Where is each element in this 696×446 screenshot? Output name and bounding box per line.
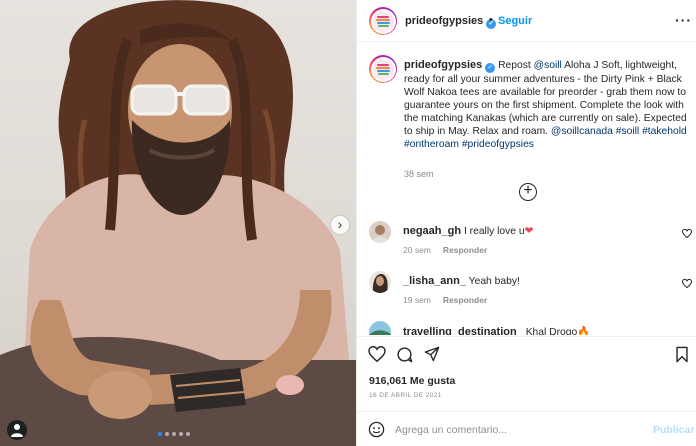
username-link[interactable]: prideofgypsies ✓	[405, 15, 497, 29]
comment-time[interactable]: 19 sem	[403, 295, 431, 305]
username[interactable]: prideofgypsies	[405, 15, 483, 27]
avatar[interactable]	[369, 7, 397, 35]
publish-button[interactable]: Publicar	[653, 424, 694, 436]
post-header: prideofgypsies ✓ • Seguir ···	[357, 0, 696, 42]
chevron-right-icon: ›	[337, 216, 343, 232]
comment-body: Yeah baby!	[468, 276, 520, 287]
brand-logo	[372, 10, 394, 32]
carousel-dot	[186, 432, 190, 436]
comment-like-heart-icon[interactable]	[682, 229, 692, 238]
fire-emoji: 🔥	[577, 327, 591, 335]
verified-badge-icon: ✓	[485, 63, 496, 73]
commenter-username[interactable]: travelling_destination_	[403, 326, 523, 335]
post-details-panel: prideofgypsies ✓ • Seguir ··· prideofgyps…	[356, 0, 696, 446]
user-tag-button[interactable]	[7, 420, 27, 440]
add-comment-form: Publicar	[357, 411, 696, 446]
commenter-avatar[interactable]	[369, 271, 391, 293]
post-image	[0, 0, 356, 446]
carousel-indicator	[158, 432, 190, 436]
comment-text: travelling_destination_ Khal Drogo🔥	[403, 325, 590, 335]
comment-time[interactable]: 20 sem	[403, 245, 431, 255]
comment-input[interactable]	[395, 422, 625, 438]
load-more-comments-button[interactable]: +	[519, 183, 537, 201]
repost-text: Aloha J	[564, 60, 599, 71]
heart-icon[interactable]	[368, 346, 386, 362]
comment-body: Khal Drogo	[525, 327, 578, 335]
heart-emoji: ❤	[524, 226, 534, 237]
post-photo[interactable]: ›	[0, 0, 356, 446]
comment-text: negaah_gh I really love u❤	[403, 225, 533, 237]
comment-item: _lisha_ann_ Yeah baby! 19 sem Responder	[369, 271, 692, 315]
comment-body: I really love u	[463, 226, 525, 237]
commenter-username[interactable]: _lisha_ann_	[403, 275, 466, 287]
repost-handle-link[interactable]: @soill	[534, 60, 562, 71]
more-options-button[interactable]: ···	[675, 12, 692, 28]
comment-like-heart-icon[interactable]	[682, 279, 692, 288]
likes-count[interactable]: 916,061 Me gusta	[369, 375, 455, 387]
carousel-dot	[165, 432, 169, 436]
next-image-button[interactable]: ›	[331, 216, 349, 234]
commenter-avatar[interactable]	[369, 221, 391, 243]
avatar[interactable]	[369, 55, 397, 83]
comment-text: _lisha_ann_ Yeah baby!	[403, 275, 520, 287]
caption-text: prideofgypsies ✓ Repost @soill Aloha J So…	[404, 59, 694, 151]
caption-timestamp[interactable]: 38 sem	[404, 169, 434, 179]
brand-logo	[372, 58, 394, 80]
comment-icon[interactable]	[396, 346, 413, 363]
user-tag-icon	[11, 424, 23, 437]
comments-scroll-area[interactable]: prideofgypsies ✓ Repost @soill Aloha J So…	[357, 43, 696, 335]
follow-button[interactable]: Seguir	[498, 15, 532, 27]
caption-username[interactable]: prideofgypsies	[404, 59, 482, 71]
carousel-dot	[179, 432, 183, 436]
share-icon[interactable]	[424, 346, 440, 362]
post-date[interactable]: 16 DE ABRIL DE 2021	[369, 392, 442, 399]
post-actions: 916,061 Me gusta 16 DE ABRIL DE 2021 Pub…	[357, 336, 696, 446]
bookmark-icon[interactable]	[675, 346, 689, 363]
emoji-icon[interactable]	[368, 421, 385, 438]
comment-item: travelling_destination_ Khal Drogo🔥	[369, 321, 689, 335]
commenter-avatar[interactable]	[369, 321, 391, 335]
comment-meta: 20 sem Responder	[403, 245, 487, 255]
carousel-dot	[172, 432, 176, 436]
comment-meta: 19 sem Responder	[403, 295, 487, 305]
reply-button[interactable]: Responder	[443, 295, 487, 305]
carousel-dot	[158, 432, 162, 436]
comment-item: negaah_gh I really love u❤ 20 sem Respond…	[369, 221, 692, 265]
reply-button[interactable]: Responder	[443, 245, 487, 255]
repost-label: Repost	[498, 60, 531, 71]
commenter-username[interactable]: negaah_gh	[403, 225, 461, 237]
separator-dot: •	[489, 14, 493, 26]
